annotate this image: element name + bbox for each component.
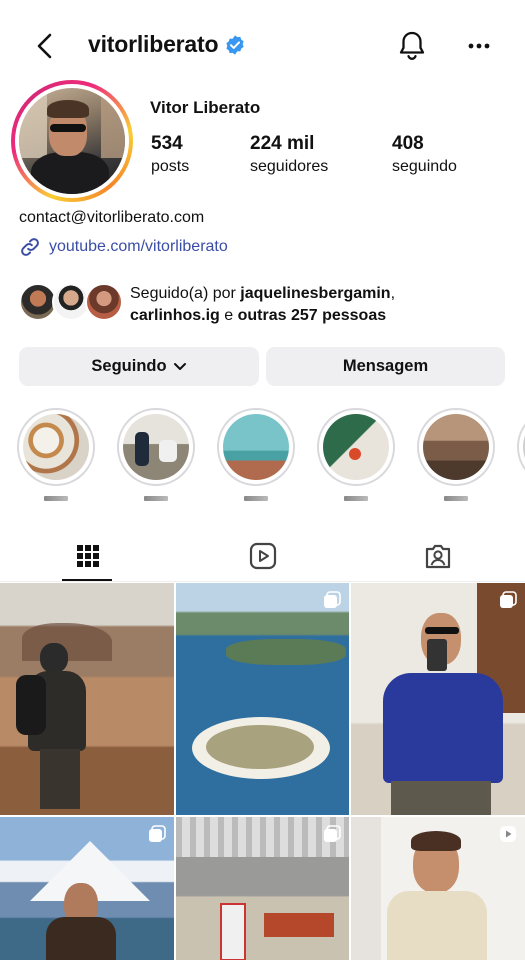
- bio-email[interactable]: contact@vitorliberato.com: [19, 209, 204, 227]
- mutual-others-link[interactable]: outras 257 pessoas: [238, 307, 387, 324]
- highlight-item[interactable]: [417, 408, 495, 501]
- mutual-user-link[interactable]: carlinhos.ig: [130, 307, 220, 324]
- mutual-followers[interactable]: Seguido(a) por jaquelinesbergamin, carli…: [19, 283, 519, 327]
- chevron-down-icon: [173, 362, 186, 370]
- posts-grid: [0, 583, 525, 960]
- message-button[interactable]: Mensagem: [266, 347, 505, 386]
- highlight-label: [144, 496, 168, 501]
- post-thumbnail[interactable]: [176, 583, 349, 815]
- story-highlights: [0, 405, 525, 510]
- stat-label: posts: [151, 158, 190, 175]
- tab-reels[interactable]: [175, 530, 350, 582]
- link-icon: [21, 238, 39, 256]
- top-bar: vitorliberato: [0, 0, 525, 92]
- highlight-label: [244, 496, 268, 501]
- multiple-photos-icon: [500, 591, 517, 608]
- active-tab-indicator: [62, 579, 112, 581]
- multiple-photos-icon: [324, 825, 341, 842]
- stat-following[interactable]: 408 seguindo: [392, 133, 457, 176]
- highlight-item[interactable]: [17, 408, 95, 501]
- bio-link-text: youtube.com/vitorliberato: [49, 238, 228, 255]
- stat-posts[interactable]: 534 posts: [151, 133, 189, 176]
- tagged-person-icon: [425, 544, 450, 569]
- avatar[interactable]: [19, 88, 125, 194]
- stat-label: seguidores: [250, 158, 329, 175]
- verified-badge-icon: [226, 34, 244, 55]
- highlight-label: [44, 496, 68, 501]
- highlight-item[interactable]: [117, 408, 195, 501]
- highlight-item[interactable]: [217, 408, 295, 501]
- highlight-label: [444, 496, 468, 501]
- highlight-item[interactable]: [517, 408, 525, 501]
- reels-icon: [249, 542, 276, 570]
- multiple-photos-icon: [324, 591, 341, 608]
- message-button-label: Mensagem: [342, 357, 429, 375]
- profile-full-name: Vitor Liberato: [150, 98, 261, 117]
- highlight-item[interactable]: [317, 408, 395, 501]
- post-thumbnail[interactable]: [0, 817, 174, 960]
- post-thumbnail[interactable]: [351, 817, 525, 960]
- story-ring[interactable]: [11, 80, 133, 202]
- reel-play-icon: [500, 826, 516, 842]
- tab-tagged[interactable]: [350, 530, 525, 582]
- mutual-avatar: [85, 283, 123, 321]
- profile-tabs: [0, 530, 525, 582]
- stat-value: 408: [392, 133, 424, 154]
- mutual-user-link[interactable]: jaquelinesbergamin: [240, 285, 390, 302]
- stat-value: 224 mil: [250, 133, 315, 154]
- profile-username-header: vitorliberato: [88, 31, 246, 58]
- post-thumbnail[interactable]: [176, 817, 349, 960]
- multiple-photos-icon: [149, 825, 166, 842]
- mutual-followers-text: Seguido(a) por jaquelinesbergamin, carli…: [130, 285, 396, 324]
- post-thumbnail[interactable]: [0, 583, 174, 815]
- following-button[interactable]: Seguindo: [19, 347, 259, 386]
- bio-link[interactable]: youtube.com/vitorliberato: [19, 236, 228, 258]
- highlight-label: [344, 496, 368, 501]
- grid-icon: [76, 545, 99, 567]
- post-thumbnail[interactable]: [351, 583, 525, 815]
- more-horizontal-icon[interactable]: [462, 30, 496, 62]
- bell-icon[interactable]: [396, 29, 428, 63]
- following-button-label: Seguindo: [91, 357, 167, 375]
- stat-value: 534: [151, 133, 183, 154]
- chevron-left-icon[interactable]: [30, 28, 62, 64]
- stat-followers[interactable]: 224 mil seguidores: [250, 133, 328, 176]
- stat-label: seguindo: [392, 158, 457, 175]
- username-text: vitorliberato: [88, 31, 219, 57]
- tab-posts-grid[interactable]: [0, 530, 175, 582]
